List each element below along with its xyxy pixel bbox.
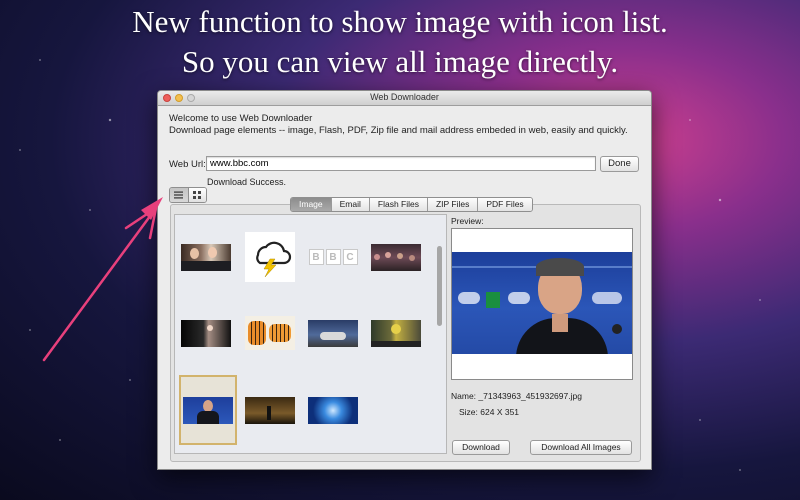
window-title: Web Downloader (370, 92, 439, 102)
size-value: 624 X 351 (480, 407, 520, 417)
manager-photo (183, 396, 233, 424)
grid-icon (193, 191, 202, 199)
thumbnail-car-photo[interactable] (308, 308, 358, 358)
download-button[interactable]: Download (452, 440, 510, 455)
title-bar[interactable]: Web Downloader (158, 91, 651, 106)
name-value: _71343963_451932697.jpg (478, 391, 582, 401)
thumbnail-tigers-photo[interactable] (245, 308, 295, 358)
app-window: Web Downloader Welcome to use Web Downlo… (157, 90, 652, 470)
people-photo (181, 243, 231, 271)
thumbnail-performer-photo[interactable] (181, 308, 231, 358)
tigers-photo (245, 316, 295, 350)
web-url-label: Web Url: (169, 159, 206, 170)
promo-headline-line2: So you can view all image directly. (181, 44, 619, 79)
bbc-logo: B B C (308, 249, 358, 265)
rider-photo (371, 319, 421, 347)
status-text: Download Success. (207, 177, 287, 187)
tab-pdf-files[interactable]: PDF Files (477, 198, 532, 211)
download-all-images-button[interactable]: Download All Images (530, 440, 632, 455)
description-text: Download page elements -- image, Flash, … (169, 125, 628, 136)
thumbnail-weather-storm[interactable] (245, 232, 295, 282)
crowd-photo (371, 243, 421, 271)
tab-image[interactable]: Image (291, 198, 331, 211)
size-label: Size: (459, 407, 478, 417)
web-url-input[interactable]: www.bbc.com (206, 156, 596, 171)
image-thumbnail-grid[interactable]: B B C (174, 214, 447, 454)
preview-label: Preview: (451, 216, 484, 226)
name-label: Name: (451, 391, 477, 401)
done-button[interactable]: Done (600, 156, 639, 172)
blue-abstract-photo (308, 396, 358, 424)
view-toggle (169, 187, 207, 203)
tab-flash-files[interactable]: Flash Files (368, 198, 427, 211)
car-photo (308, 319, 358, 347)
thumbnail-dark-room-photo[interactable] (245, 385, 295, 435)
tab-bar: Image Email Flash Files ZIP Files PDF Fi… (290, 197, 533, 212)
thumbnail-bbc-logo[interactable]: B B C (308, 232, 358, 282)
thumbnail-people-photo[interactable] (181, 232, 231, 282)
thumbnail-rider-photo[interactable] (371, 308, 421, 358)
dark-room-photo (245, 396, 295, 424)
image-name-line: Name: _71343963_451932697.jpg (451, 391, 582, 401)
list-view-button[interactable] (170, 188, 188, 202)
tab-email[interactable]: Email (330, 198, 369, 211)
image-size-line: Size: 624 X 351 (459, 407, 519, 417)
preview-image (452, 252, 632, 354)
thumbnail-manager-photo-selected[interactable] (179, 375, 237, 445)
tab-zip-files[interactable]: ZIP Files (426, 198, 478, 211)
thumbnail-scrollbar[interactable] (437, 246, 442, 326)
weather-storm-icon (256, 241, 292, 278)
grid-view-button[interactable] (187, 188, 206, 202)
thumbnail-blue-abstract-photo[interactable] (308, 385, 358, 435)
list-icon (174, 191, 184, 199)
preview-frame (451, 228, 633, 380)
promo-headline-line1: New function to show image with icon lis… (132, 4, 668, 39)
thumbnail-crowd-photo[interactable] (371, 232, 421, 282)
performer-photo (181, 319, 231, 347)
welcome-text: Welcome to use Web Downloader (169, 113, 313, 124)
